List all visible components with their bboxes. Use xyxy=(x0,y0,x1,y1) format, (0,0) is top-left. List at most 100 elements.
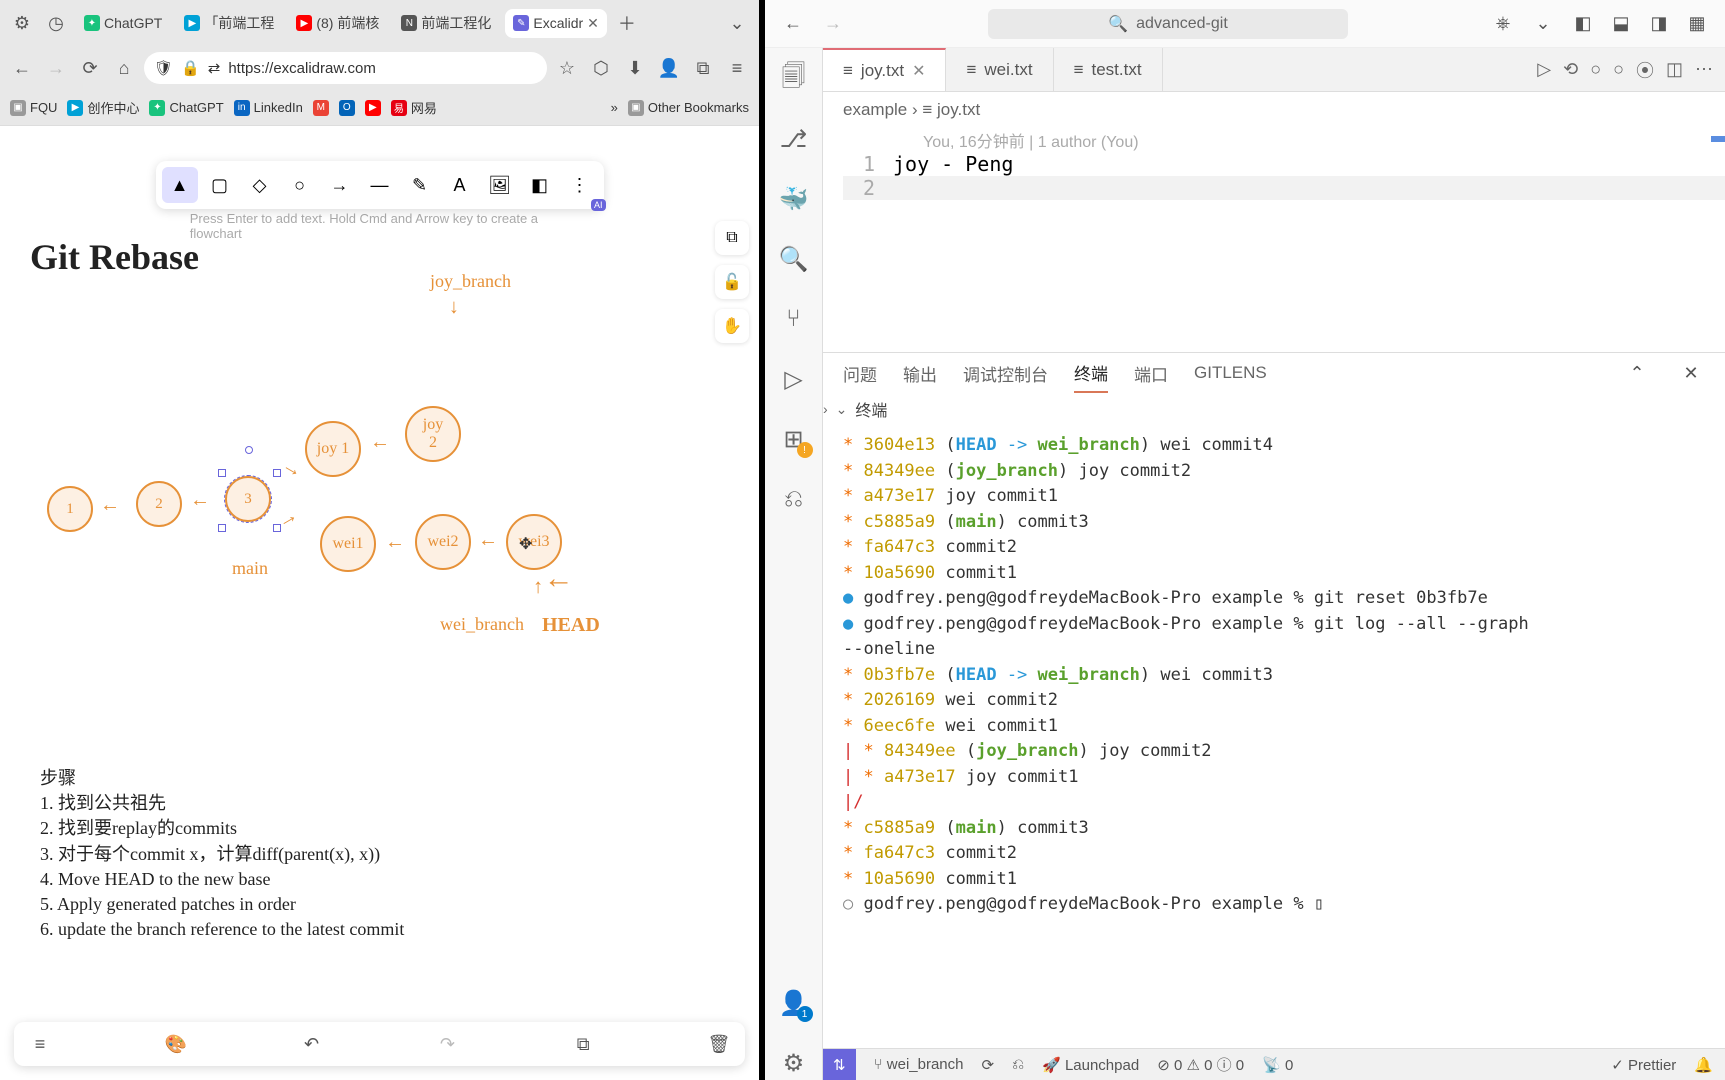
tabs-dropdown[interactable]: ⌄ xyxy=(723,9,751,37)
scm-icon[interactable]: ⎇ xyxy=(777,122,811,156)
commit-node-2[interactable]: 2 xyxy=(136,481,182,527)
commit-node-joy2[interactable]: joy 2 xyxy=(405,406,461,462)
code-editor[interactable]: 1joy - Peng 2 xyxy=(823,152,1725,200)
bookmark-youtube[interactable]: ▶ xyxy=(365,100,381,116)
ptab-terminal[interactable]: 终端 xyxy=(1074,354,1108,393)
bookmark-gmail[interactable]: M xyxy=(313,100,329,116)
git-icon[interactable]: ⑂ xyxy=(777,302,811,336)
ptab-problems[interactable]: 问题 xyxy=(843,355,877,392)
bookmark-chatgpt[interactable]: ✦ChatGPT xyxy=(149,100,223,116)
commit-node-3[interactable]: 3 xyxy=(225,476,271,522)
extensions-icon[interactable]: ⊞! xyxy=(777,422,811,456)
account-icon[interactable]: 👤1 xyxy=(777,986,811,1020)
bookmark-netease[interactable]: 易网易 xyxy=(391,98,437,117)
excalidraw-canvas[interactable]: ▲ ▢ ◇ ○ → — ✎ A 🖼 ◧ ⋮AI Press Enter to a… xyxy=(0,126,759,1080)
split-icon[interactable]: ◫ xyxy=(1666,59,1683,80)
tab-test[interactable]: ≡test.txt xyxy=(1054,48,1163,91)
close-panel-icon[interactable]: ✕ xyxy=(1677,359,1705,387)
pocket-icon[interactable]: ⬡ xyxy=(587,54,615,82)
command-center[interactable]: 🔍 advanced-git xyxy=(988,9,1348,39)
close-icon[interactable]: ✕ xyxy=(587,15,599,32)
bookmark-linkedin[interactable]: inLinkedIn xyxy=(234,100,303,116)
tool-diamond[interactable]: ◇ xyxy=(242,167,278,203)
chevron-up-icon[interactable]: ⌃ xyxy=(1623,359,1651,387)
tool-image[interactable]: 🖼 xyxy=(482,167,518,203)
lock-icon[interactable]: 🔓 xyxy=(715,265,749,299)
close-icon[interactable]: ✕ xyxy=(912,61,925,81)
search-icon[interactable]: 🔍 xyxy=(777,242,811,276)
menu-icon[interactable]: ≡ xyxy=(723,54,751,82)
nav-prev-icon[interactable]: ○ xyxy=(1590,59,1601,80)
tool-arrow[interactable]: → xyxy=(322,167,358,203)
play-icon[interactable]: ▷ xyxy=(1537,59,1551,80)
terminal-section-header[interactable]: › ⌄ 终端 xyxy=(823,393,1725,425)
bookmarks-overflow[interactable]: » xyxy=(611,100,618,115)
tab-bilibili[interactable]: ▶「前端工程 xyxy=(176,7,282,39)
copilot-icon[interactable]: ⎈ xyxy=(1489,10,1517,38)
url-input[interactable]: 🛡 🔒 ⇄ https://excalidraw.com xyxy=(144,52,547,84)
tab-chatgpt[interactable]: ✦ChatGPT xyxy=(76,9,170,37)
chevron-down-icon[interactable]: ⌄ xyxy=(1529,10,1557,38)
minimap[interactable] xyxy=(1705,136,1725,396)
status-bell[interactable]: 🔔 xyxy=(1694,1056,1713,1074)
other-bookmarks[interactable]: ▣Other Bookmarks xyxy=(628,100,749,116)
tab-joy[interactable]: ≡joy.txt✕ xyxy=(823,48,946,91)
panel-bottom-icon[interactable]: ⬓ xyxy=(1607,10,1635,38)
star-icon[interactable]: ☆ xyxy=(553,54,581,82)
graph-icon[interactable]: ⎌ xyxy=(777,482,811,516)
tab-youtube[interactable]: ▶(8) 前端核 xyxy=(288,7,387,39)
status-sync[interactable]: ⟳ xyxy=(981,1056,994,1074)
explorer-icon[interactable]: 🗐 xyxy=(777,62,811,96)
status-prettier[interactable]: ✓ Prettier xyxy=(1611,1056,1676,1074)
layout-icon[interactable]: ▦ xyxy=(1683,10,1711,38)
new-tab-button[interactable]: ＋ xyxy=(613,9,641,37)
status-graph[interactable]: ⎌ xyxy=(1012,1056,1024,1073)
back-button[interactable]: ← xyxy=(8,54,36,82)
bookmark-bilibili[interactable]: ▶创作中心 xyxy=(67,98,139,117)
gear-icon[interactable]: ⚙ xyxy=(777,1046,811,1080)
selection-handle[interactable] xyxy=(218,524,226,532)
breadcrumb[interactable]: example › ≡ joy.txt xyxy=(823,92,1725,128)
status-launchpad[interactable]: 🚀 Launchpad xyxy=(1042,1056,1139,1074)
commit-node-wei3[interactable]: wei3 xyxy=(506,514,562,570)
tool-more[interactable]: ⋮AI xyxy=(562,167,598,203)
nav-next-icon[interactable]: ○ xyxy=(1613,59,1624,80)
extensions-icon[interactable]: ⧉ xyxy=(689,54,717,82)
status-branch[interactable]: ⑂ wei_branch xyxy=(874,1056,964,1073)
tool-draw[interactable]: ✎ xyxy=(402,167,438,203)
bookmark-outlook[interactable]: O xyxy=(339,100,355,116)
status-ports[interactable]: 📡 0 xyxy=(1262,1056,1293,1074)
tool-ellipse[interactable]: ○ xyxy=(282,167,318,203)
tool-text[interactable]: A xyxy=(442,167,478,203)
forward-button[interactable]: → xyxy=(42,54,70,82)
ptab-ports[interactable]: 端口 xyxy=(1134,355,1168,392)
selection-handle[interactable] xyxy=(218,469,226,477)
home-button[interactable]: ⌂ xyxy=(110,54,138,82)
terminal-output[interactable]: * 3604e13 (HEAD -> wei_branch) wei commi… xyxy=(823,425,1725,1048)
commit-node-wei1[interactable]: wei1 xyxy=(320,516,376,572)
remote-indicator[interactable]: ⇅ xyxy=(823,1049,856,1080)
account-icon[interactable]: 👤 xyxy=(655,54,683,82)
nav-forward-button[interactable]: → xyxy=(819,10,847,38)
ptab-output[interactable]: 输出 xyxy=(903,355,937,392)
tool-select[interactable]: ▲ xyxy=(162,167,198,203)
redo-button[interactable]: ↷ xyxy=(433,1030,461,1058)
commit-node-wei2[interactable]: wei2 xyxy=(415,514,471,570)
commit-node-joy1[interactable]: joy 1 xyxy=(305,421,361,477)
debug-icon[interactable]: ▷ xyxy=(777,362,811,396)
commit-node-1[interactable]: 1 xyxy=(47,486,93,532)
clock-icon[interactable]: ◷ xyxy=(42,9,70,37)
rotate-handle[interactable] xyxy=(245,446,253,454)
bookmark-fqu[interactable]: ▣FQU xyxy=(10,100,57,116)
compare-icon[interactable]: ⦿ xyxy=(1636,57,1654,83)
palette-icon[interactable]: 🎨 xyxy=(162,1030,190,1058)
tab-excalidraw[interactable]: ✎Excalidr✕ xyxy=(505,9,607,38)
trash-icon[interactable]: 🗑 xyxy=(705,1030,733,1058)
nav-back-button[interactable]: ← xyxy=(779,10,807,38)
tab-notion[interactable]: N前端工程化 xyxy=(393,7,499,39)
tool-rectangle[interactable]: ▢ xyxy=(202,167,238,203)
hand-icon[interactable]: ✋ xyxy=(715,309,749,343)
ptab-debug[interactable]: 调试控制台 xyxy=(963,355,1048,392)
more-icon[interactable]: ⋯ xyxy=(1695,59,1713,80)
menu-button[interactable]: ≡ xyxy=(26,1030,54,1058)
